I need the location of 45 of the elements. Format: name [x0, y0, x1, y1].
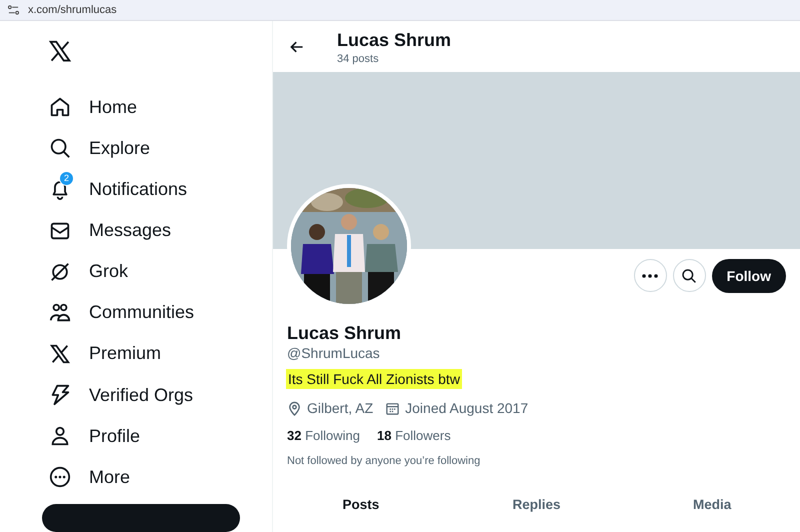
- join-date: Joined August 2017: [405, 400, 528, 416]
- search-icon: [681, 268, 698, 284]
- following-link[interactable]: 32 Following: [287, 428, 360, 443]
- person-icon: [49, 425, 71, 448]
- nav-item[interactable]: Profile: [48, 416, 146, 457]
- calendar-icon: [385, 400, 400, 416]
- lightning-icon: [49, 384, 71, 406]
- location-text: Gilbert, AZ: [307, 400, 374, 416]
- more-icon: [49, 466, 71, 488]
- nav-item[interactable]: Premium: [48, 333, 168, 375]
- nav-item[interactable]: Grok: [48, 251, 134, 292]
- nav-item[interactable]: Home: [48, 86, 144, 128]
- follow-button[interactable]: Follow: [712, 259, 786, 293]
- post-button[interactable]: [42, 504, 240, 532]
- address-bar[interactable]: x.com/shrumlucas: [0, 0, 800, 21]
- site-settings-icon[interactable]: [8, 5, 19, 15]
- x-logo-icon[interactable]: [48, 40, 72, 62]
- profile-title: Lucas Shrum: [337, 28, 452, 50]
- profile-handle: @ShrumLucas: [287, 345, 381, 361]
- nav-item[interactable]: Messages: [48, 210, 178, 252]
- nav-item[interactable]: Communities: [48, 292, 200, 334]
- search-icon: [49, 137, 71, 160]
- people-icon: [49, 302, 71, 324]
- profile-tab[interactable]: Media: [624, 497, 800, 512]
- search-button[interactable]: [672, 259, 706, 292]
- location-pin-icon: [287, 400, 302, 416]
- notification-count: 2: [59, 171, 74, 186]
- more-icon: [642, 274, 658, 278]
- nav-item[interactable]: Explore: [48, 128, 156, 169]
- post-count: 34 posts: [337, 52, 380, 64]
- url-text: x.com/shrumlucas: [28, 4, 117, 16]
- followed-by-note: Not followed by anyone you’re following: [287, 455, 482, 467]
- more-options-button[interactable]: [634, 259, 667, 292]
- profile-tab[interactable]: Posts: [273, 497, 449, 512]
- nav-item[interactable]: 2 Notifications: [48, 168, 194, 210]
- nav-item[interactable]: Verified Orgs: [48, 374, 200, 416]
- profile-tab[interactable]: Replies: [448, 497, 624, 512]
- home-icon: [49, 96, 71, 118]
- followers-link[interactable]: 18 Followers: [377, 428, 451, 443]
- profile-bio: Its Still Fuck All Zionists btw: [286, 369, 462, 389]
- nav-item[interactable]: More: [48, 456, 136, 498]
- x-logo-icon: [49, 342, 71, 365]
- profile-name: Lucas Shrum: [287, 322, 402, 344]
- slashed-circle-icon: [49, 260, 71, 283]
- back-arrow-icon[interactable]: [289, 38, 305, 54]
